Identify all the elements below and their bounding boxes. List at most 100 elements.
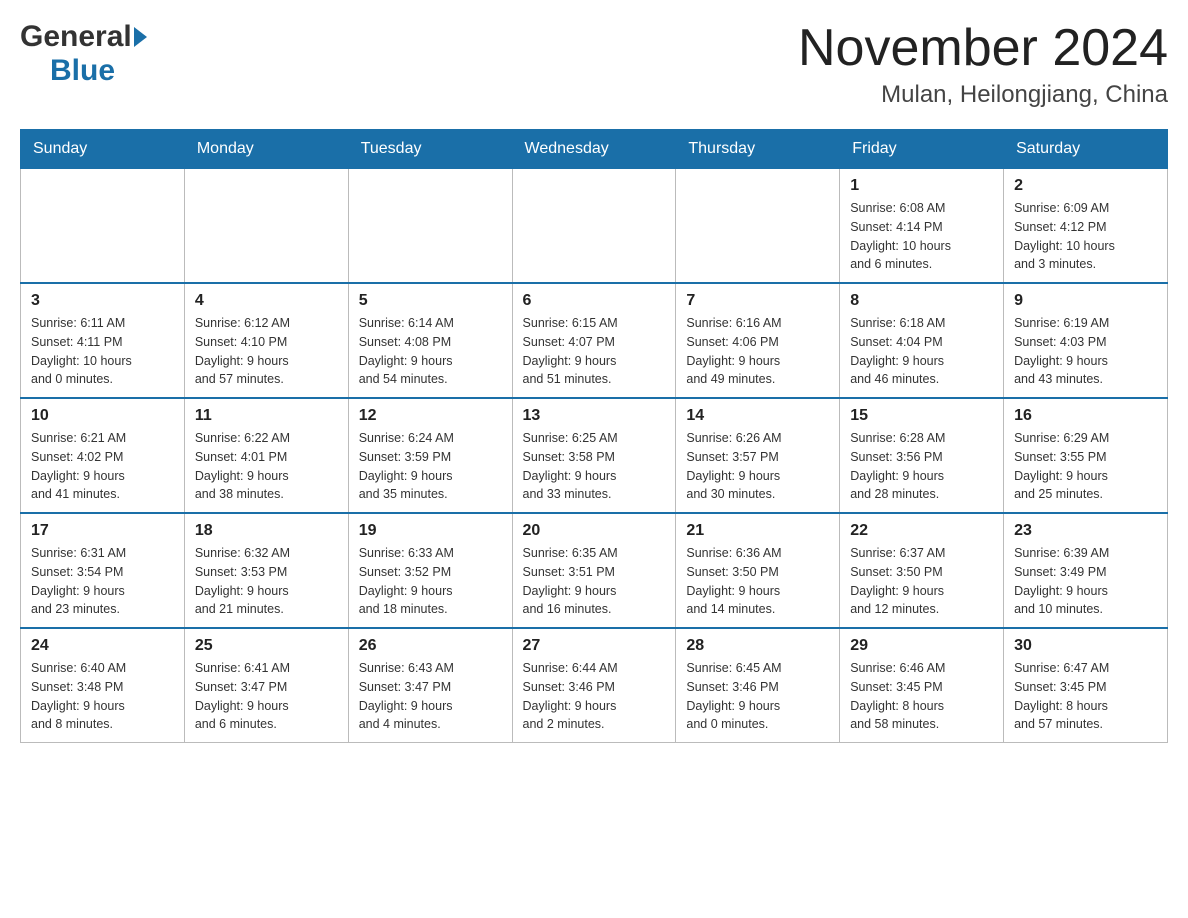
day-info: Sunrise: 6:37 AM Sunset: 3:50 PM Dayligh…	[850, 544, 993, 619]
day-number: 13	[523, 407, 666, 425]
day-info: Sunrise: 6:08 AM Sunset: 4:14 PM Dayligh…	[850, 199, 993, 274]
calendar-cell: 28 Sunrise: 6:45 AM Sunset: 3:46 PM Dayli…	[676, 628, 840, 743]
day-number: 11	[195, 407, 338, 425]
day-number: 22	[850, 522, 993, 540]
calendar-cell: 4Sunrise: 6:12 AM Sunset: 4:10 PM Daylig…	[184, 283, 348, 398]
day-info: Sunrise: 6:35 AM Sunset: 3:51 PM Dayligh…	[523, 544, 666, 619]
day-number: 23	[1014, 522, 1157, 540]
calendar-week-row: 1 Sunrise: 6:08 AM Sunset: 4:14 PM Daylig…	[21, 169, 1168, 284]
calendar-cell: 20 Sunrise: 6:35 AM Sunset: 3:51 PM Dayli…	[512, 513, 676, 628]
calendar-cell	[676, 169, 840, 284]
day-number: 26	[359, 637, 502, 655]
calendar-cell: 2 Sunrise: 6:09 AM Sunset: 4:12 PM Daylig…	[1004, 169, 1168, 284]
day-number: 1	[850, 177, 993, 195]
day-number: 15	[850, 407, 993, 425]
day-info: Sunrise: 6:29 AM Sunset: 3:55 PM Dayligh…	[1014, 429, 1157, 504]
calendar-cell: 14Sunrise: 6:26 AM Sunset: 3:57 PM Dayli…	[676, 398, 840, 513]
day-number: 24	[31, 637, 174, 655]
day-info: Sunrise: 6:44 AM Sunset: 3:46 PM Dayligh…	[523, 659, 666, 734]
day-header-wednesday: Wednesday	[512, 130, 676, 169]
day-header-sunday: Sunday	[21, 130, 185, 169]
calendar-cell: 23 Sunrise: 6:39 AM Sunset: 3:49 PM Dayli…	[1004, 513, 1168, 628]
day-info: Sunrise: 6:09 AM Sunset: 4:12 PM Dayligh…	[1014, 199, 1157, 274]
day-info: Sunrise: 6:45 AM Sunset: 3:46 PM Dayligh…	[686, 659, 829, 734]
calendar-title: November 2024	[798, 20, 1168, 77]
day-number: 3	[31, 292, 174, 310]
title-section: November 2024 Mulan, Heilongjiang, China	[798, 20, 1168, 109]
day-info: Sunrise: 6:11 AM Sunset: 4:11 PM Dayligh…	[31, 314, 174, 389]
calendar-cell	[348, 169, 512, 284]
calendar-cell	[512, 169, 676, 284]
day-number: 5	[359, 292, 502, 310]
calendar-cell: 7 Sunrise: 6:16 AM Sunset: 4:06 PM Daylig…	[676, 283, 840, 398]
calendar-week-row: 3 Sunrise: 6:11 AM Sunset: 4:11 PM Daylig…	[21, 283, 1168, 398]
day-number: 12	[359, 407, 502, 425]
day-info: Sunrise: 6:33 AM Sunset: 3:52 PM Dayligh…	[359, 544, 502, 619]
day-info: Sunrise: 6:28 AM Sunset: 3:56 PM Dayligh…	[850, 429, 993, 504]
day-number: 9	[1014, 292, 1157, 310]
calendar-cell: 1 Sunrise: 6:08 AM Sunset: 4:14 PM Daylig…	[840, 169, 1004, 284]
day-info: Sunrise: 6:39 AM Sunset: 3:49 PM Dayligh…	[1014, 544, 1157, 619]
day-info: Sunrise: 6:31 AM Sunset: 3:54 PM Dayligh…	[31, 544, 174, 619]
calendar-cell: 25 Sunrise: 6:41 AM Sunset: 3:47 PM Dayli…	[184, 628, 348, 743]
day-header-tuesday: Tuesday	[348, 130, 512, 169]
calendar-cell: 8Sunrise: 6:18 AM Sunset: 4:04 PM Daylig…	[840, 283, 1004, 398]
day-info: Sunrise: 6:16 AM Sunset: 4:06 PM Dayligh…	[686, 314, 829, 389]
day-number: 19	[359, 522, 502, 540]
calendar-cell	[21, 169, 185, 284]
day-number: 30	[1014, 637, 1157, 655]
calendar-cell	[184, 169, 348, 284]
day-number: 2	[1014, 177, 1157, 195]
day-info: Sunrise: 6:47 AM Sunset: 3:45 PM Dayligh…	[1014, 659, 1157, 734]
day-number: 27	[523, 637, 666, 655]
calendar-cell: 16 Sunrise: 6:29 AM Sunset: 3:55 PM Dayli…	[1004, 398, 1168, 513]
day-header-friday: Friday	[840, 130, 1004, 169]
logo-general-text: General	[20, 20, 132, 54]
day-number: 29	[850, 637, 993, 655]
day-info: Sunrise: 6:25 AM Sunset: 3:58 PM Dayligh…	[523, 429, 666, 504]
day-info: Sunrise: 6:21 AM Sunset: 4:02 PM Dayligh…	[31, 429, 174, 504]
logo-arrow-icon	[134, 27, 147, 47]
day-info: Sunrise: 6:46 AM Sunset: 3:45 PM Dayligh…	[850, 659, 993, 734]
calendar-cell: 22 Sunrise: 6:37 AM Sunset: 3:50 PM Dayli…	[840, 513, 1004, 628]
calendar-cell: 6Sunrise: 6:15 AM Sunset: 4:07 PM Daylig…	[512, 283, 676, 398]
calendar-cell: 17 Sunrise: 6:31 AM Sunset: 3:54 PM Dayli…	[21, 513, 185, 628]
calendar-cell: 10 Sunrise: 6:21 AM Sunset: 4:02 PM Dayli…	[21, 398, 185, 513]
calendar-cell: 15 Sunrise: 6:28 AM Sunset: 3:56 PM Dayli…	[840, 398, 1004, 513]
day-info: Sunrise: 6:15 AM Sunset: 4:07 PM Dayligh…	[523, 314, 666, 389]
calendar-cell: 27 Sunrise: 6:44 AM Sunset: 3:46 PM Dayli…	[512, 628, 676, 743]
day-number: 16	[1014, 407, 1157, 425]
calendar-table: SundayMondayTuesdayWednesdayThursdayFrid…	[20, 129, 1168, 743]
day-info: Sunrise: 6:22 AM Sunset: 4:01 PM Dayligh…	[195, 429, 338, 504]
calendar-subtitle: Mulan, Heilongjiang, China	[798, 81, 1168, 109]
page-header: General Blue November 2024 Mulan, Heilon…	[20, 20, 1168, 109]
day-number: 7	[686, 292, 829, 310]
day-number: 10	[31, 407, 174, 425]
day-number: 20	[523, 522, 666, 540]
calendar-cell: 5 Sunrise: 6:14 AM Sunset: 4:08 PM Daylig…	[348, 283, 512, 398]
day-info: Sunrise: 6:41 AM Sunset: 3:47 PM Dayligh…	[195, 659, 338, 734]
day-number: 17	[31, 522, 174, 540]
calendar-cell: 3 Sunrise: 6:11 AM Sunset: 4:11 PM Daylig…	[21, 283, 185, 398]
day-number: 25	[195, 637, 338, 655]
calendar-week-row: 10 Sunrise: 6:21 AM Sunset: 4:02 PM Dayli…	[21, 398, 1168, 513]
day-number: 28	[686, 637, 829, 655]
logo-blue-text: Blue	[50, 54, 115, 88]
calendar-cell: 29 Sunrise: 6:46 AM Sunset: 3:45 PM Dayli…	[840, 628, 1004, 743]
day-info: Sunrise: 6:32 AM Sunset: 3:53 PM Dayligh…	[195, 544, 338, 619]
day-info: Sunrise: 6:19 AM Sunset: 4:03 PM Dayligh…	[1014, 314, 1157, 389]
calendar-cell: 19 Sunrise: 6:33 AM Sunset: 3:52 PM Dayli…	[348, 513, 512, 628]
day-number: 14	[686, 407, 829, 425]
calendar-cell: 11 Sunrise: 6:22 AM Sunset: 4:01 PM Dayli…	[184, 398, 348, 513]
calendar-week-row: 17 Sunrise: 6:31 AM Sunset: 3:54 PM Dayli…	[21, 513, 1168, 628]
day-info: Sunrise: 6:14 AM Sunset: 4:08 PM Dayligh…	[359, 314, 502, 389]
day-info: Sunrise: 6:36 AM Sunset: 3:50 PM Dayligh…	[686, 544, 829, 619]
day-info: Sunrise: 6:43 AM Sunset: 3:47 PM Dayligh…	[359, 659, 502, 734]
logo: General Blue	[20, 20, 147, 88]
day-info: Sunrise: 6:24 AM Sunset: 3:59 PM Dayligh…	[359, 429, 502, 504]
day-number: 18	[195, 522, 338, 540]
day-header-saturday: Saturday	[1004, 130, 1168, 169]
day-info: Sunrise: 6:12 AM Sunset: 4:10 PM Dayligh…	[195, 314, 338, 389]
day-header-monday: Monday	[184, 130, 348, 169]
calendar-cell: 9 Sunrise: 6:19 AM Sunset: 4:03 PM Daylig…	[1004, 283, 1168, 398]
